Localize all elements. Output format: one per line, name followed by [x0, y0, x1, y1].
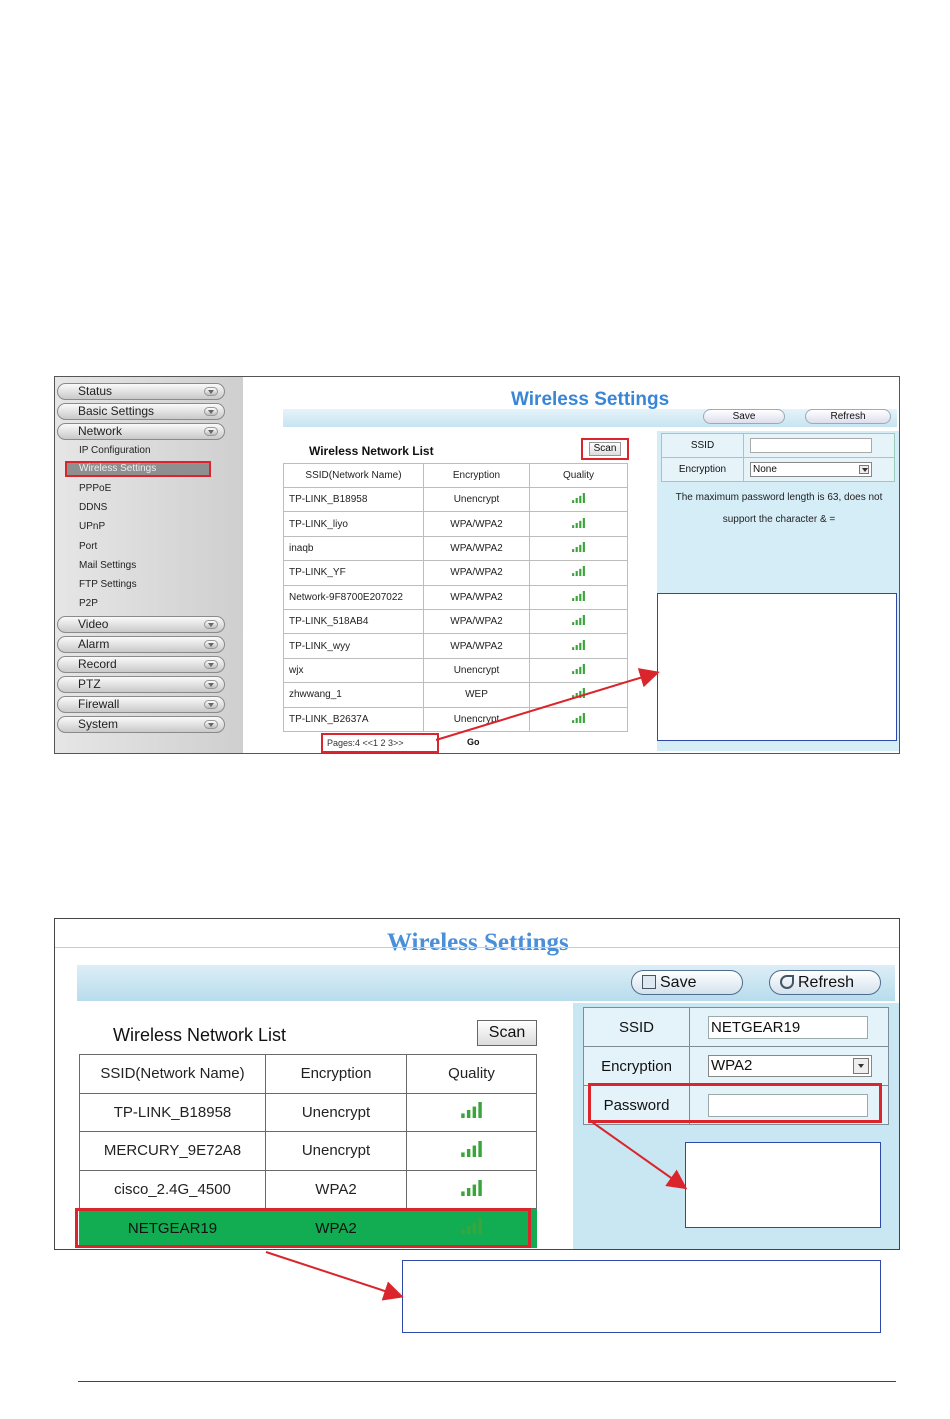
annotation-arrows	[265, 668, 688, 1301]
arrow-row-to-callout	[265, 1251, 404, 1301]
arrow-password-to-callout	[591, 1121, 688, 1190]
arrow-pages-to-callout	[435, 668, 660, 741]
